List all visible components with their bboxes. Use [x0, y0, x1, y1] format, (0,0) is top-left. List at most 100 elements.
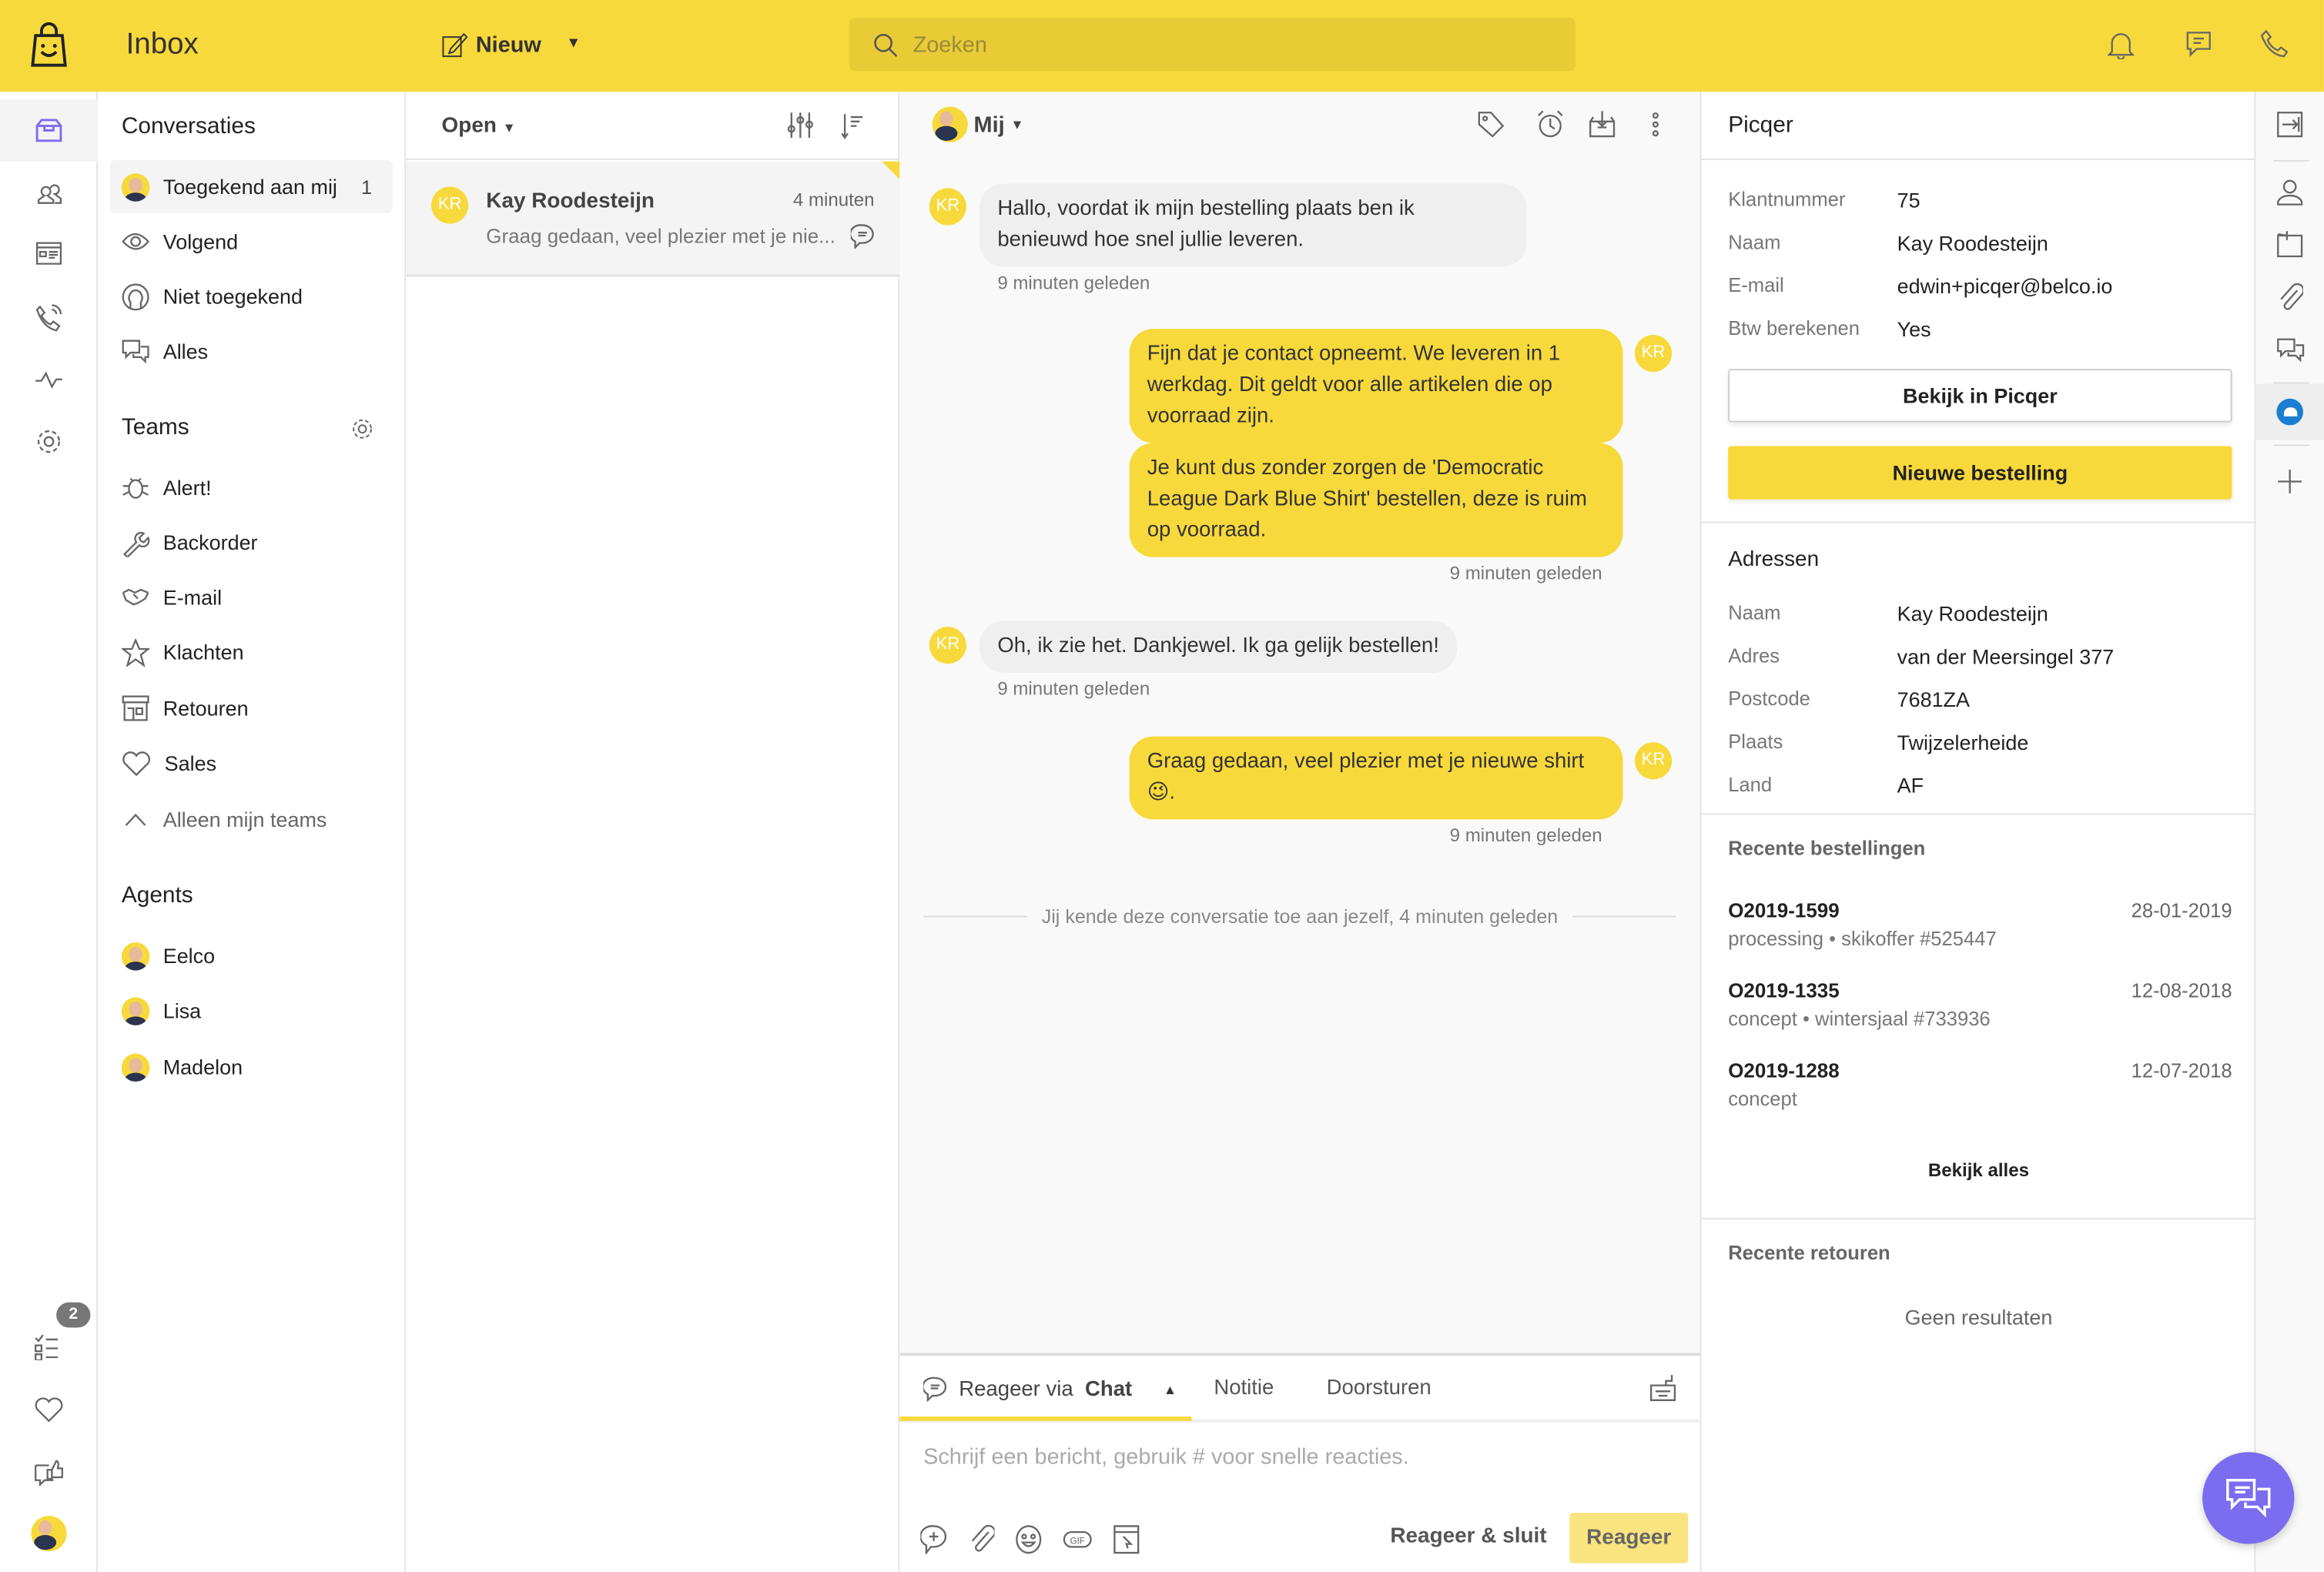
new-order-button[interactable]: Nieuwe bestelling — [1728, 446, 2232, 500]
sidebar-team-alert[interactable]: Alert! — [109, 461, 393, 514]
reply-composer: Reageer via Chat ▲ Notitie Doorsturen GIF… — [899, 1353, 1702, 1572]
field-label: Naam — [1728, 231, 1781, 254]
snooze-alarm-icon[interactable] — [1535, 109, 1565, 139]
sort-icon[interactable] — [840, 112, 864, 139]
rail-tasks[interactable]: 2 — [0, 1302, 98, 1378]
message-bubble-outgoing: Je kunt dus zonder zorgen de 'Democratic… — [1129, 443, 1623, 557]
reply-button[interactable]: Reageer — [1569, 1513, 1689, 1564]
quick-reply-icon[interactable] — [920, 1525, 947, 1555]
sidebar-item-label: Retouren — [162, 696, 249, 721]
widget-icon[interactable] — [1113, 1525, 1140, 1554]
search-input[interactable] — [913, 32, 1506, 58]
order-item[interactable]: O2019-1599 28-01-2019 processing • skikoff… — [1728, 899, 2232, 949]
field-value: 75 — [1897, 188, 1920, 212]
sidebar-item-following[interactable]: Volgend — [109, 215, 393, 268]
sidebar-team-email[interactable]: E-mail — [109, 570, 393, 624]
sidebar: Conversaties Toegekend aan mij 1 Volgend … — [98, 92, 407, 1572]
conversations-history-icon[interactable] — [2255, 319, 2324, 381]
tasks-badge: 2 — [56, 1302, 91, 1328]
message-input[interactable] — [923, 1444, 1665, 1470]
message-timestamp: 9 minuten geleden — [997, 678, 1150, 700]
bug-icon — [122, 477, 149, 499]
rail-reports[interactable] — [0, 224, 98, 286]
reply-and-close-button[interactable]: Reageer & sluit — [1390, 1525, 1546, 1549]
sidebar-team-backorder[interactable]: Backorder — [109, 516, 393, 569]
count-badge: 1 — [361, 176, 373, 198]
rail-calls[interactable] — [0, 286, 98, 348]
message-bubble-outgoing: Graag gedaan, veel plezier met je nieuwe… — [1129, 736, 1623, 820]
sidebar-agent-eelco[interactable]: Eelco — [109, 929, 393, 982]
message-timestamp: 9 minuten geleden — [997, 273, 1150, 294]
order-item[interactable]: O2019-1335 12-08-2018 concept • wintersjaa… — [1728, 979, 2232, 1029]
sidebar-agent-madelon[interactable]: Madelon — [109, 1040, 393, 1093]
archive-icon[interactable] — [1587, 109, 1616, 139]
handshake-icon — [122, 588, 149, 606]
rail-activity[interactable] — [0, 348, 98, 410]
checklist-icon — [35, 1334, 59, 1360]
star-icon — [121, 637, 150, 667]
field-row: Plaats Twijzelerheide — [1728, 731, 2028, 754]
rail-settings[interactable] — [0, 410, 98, 473]
sidebar-item-label: Madelon — [162, 1055, 243, 1079]
sidebar-item-all[interactable]: Alles — [109, 325, 393, 378]
only-my-teams-toggle[interactable]: Alleen mijn teams — [109, 793, 393, 846]
panel-title: Picqer — [1728, 112, 1793, 138]
field-label: Klantnummer — [1728, 188, 1846, 211]
phone-calls-icon — [35, 304, 62, 332]
collapse-panel-icon[interactable] — [2255, 93, 2324, 156]
more-options-icon[interactable] — [1651, 111, 1660, 138]
sidebar-team-sales[interactable]: Sales — [109, 737, 393, 790]
addresses-heading: Adressen — [1728, 548, 1820, 572]
field-label: E-mail — [1728, 274, 1784, 296]
dashboard-icon — [35, 242, 62, 265]
chat-bubble-icon[interactable] — [2185, 29, 2213, 58]
tab-forward[interactable]: Doorsturen — [1327, 1376, 1432, 1400]
field-row: Naam Kay Roodesteijn — [1728, 601, 2048, 625]
rail-contacts[interactable] — [0, 162, 98, 224]
channel-dropdown-caret-icon[interactable]: ▲ — [1164, 1383, 1177, 1397]
add-integration-plus-icon[interactable] — [2255, 450, 2324, 513]
conversation-list-item[interactable]: KR Kay Roodesteijn 4 minuten Graag gedaa… — [406, 161, 900, 277]
rail-feedback[interactable] — [0, 1440, 98, 1503]
rail-favorites[interactable] — [0, 1378, 98, 1440]
sidebar-team-complaints[interactable]: Klachten — [109, 625, 393, 678]
new-button[interactable]: Nieuw — [442, 31, 541, 58]
attachment-icon[interactable] — [968, 1524, 995, 1554]
support-chat-button[interactable] — [2202, 1452, 2295, 1544]
picqer-integration-tab[interactable] — [2255, 383, 2324, 440]
new-dropdown-caret-icon[interactable]: ▼ — [566, 35, 581, 52]
order-item[interactable]: O2019-1288 12-07-2018 concept — [1728, 1059, 2232, 1109]
order-status: concept — [1728, 1087, 1797, 1110]
bell-icon[interactable] — [2107, 29, 2135, 59]
rail-inbox[interactable] — [0, 99, 99, 162]
field-row: Klantnummer 75 — [1728, 188, 1920, 212]
filter-sliders-icon[interactable] — [787, 111, 814, 139]
tab-reply-via-chat[interactable]: Reageer via Chat — [923, 1376, 1132, 1402]
chat-icon — [923, 1376, 947, 1402]
message-timestamp: 9 minuten geleden — [1449, 825, 1602, 847]
tag-icon[interactable] — [1476, 109, 1505, 139]
emoji-icon[interactable] — [1015, 1525, 1042, 1554]
view-in-picqer-button[interactable]: Bekijk in Picqer — [1728, 369, 2232, 423]
sidebar-item-assigned-to-me[interactable]: Toegekend aan mij 1 — [109, 159, 393, 214]
no-results-text: Geen resultaten — [1904, 1305, 2053, 1330]
user-avatar[interactable] — [0, 1503, 98, 1565]
sidebar-agent-lisa[interactable]: Lisa — [109, 984, 393, 1037]
keyboard-shortcuts-icon[interactable] — [1649, 1373, 1676, 1403]
sidebar-team-returns[interactable]: Retouren — [109, 681, 393, 734]
gear-icon — [37, 430, 61, 453]
teams-settings-gear-icon[interactable] — [350, 416, 375, 442]
activity-icon — [35, 371, 62, 389]
gif-icon[interactable]: GIF — [1063, 1525, 1092, 1554]
chat-bubbles-icon — [2226, 1479, 2271, 1518]
sidebar-item-unassigned[interactable]: Niet toegekend — [109, 269, 393, 323]
phone-icon[interactable] — [2260, 29, 2289, 58]
view-all-orders-link[interactable]: Bekijk alles — [1702, 1160, 2256, 1181]
recent-returns-heading: Recente retouren — [1728, 1241, 1890, 1264]
search-bar[interactable] — [849, 18, 1576, 72]
assignee-dropdown[interactable]: Mij ▼ — [932, 106, 1024, 142]
status-filter-dropdown[interactable]: Open ▼ — [442, 114, 516, 138]
unread-flag — [882, 161, 900, 179]
tab-note[interactable]: Notitie — [1214, 1376, 1274, 1400]
contact-avatar: KR — [929, 188, 966, 226]
